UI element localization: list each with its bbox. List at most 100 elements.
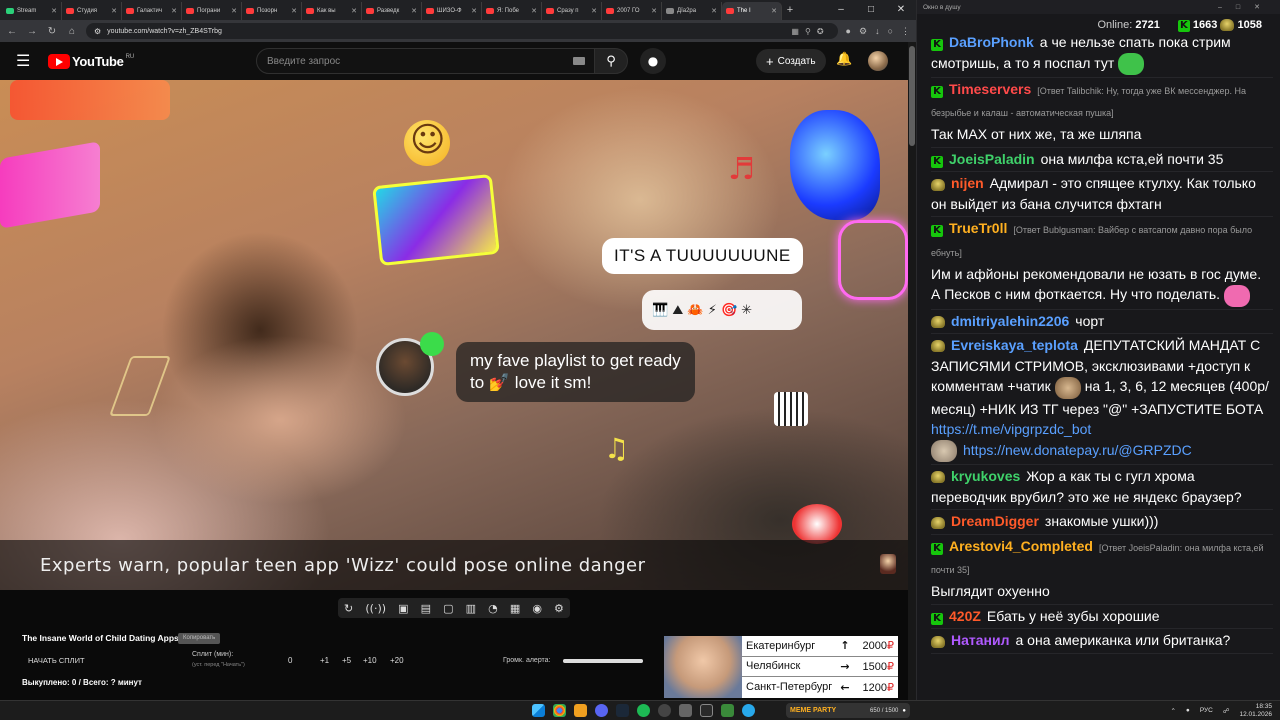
steam-icon[interactable] <box>616 704 629 717</box>
create-button[interactable]: + Создать <box>756 49 826 73</box>
tray-icon[interactable]: ● <box>1186 707 1190 714</box>
browser-tab[interactable]: Галактич ✕ <box>122 2 182 20</box>
chat-message[interactable]: K JoeisPaladin она милфа кста,ей почти 35 <box>931 148 1273 173</box>
browser-tab[interactable]: ШИЗО-Ф ✕ <box>422 2 482 20</box>
chrome-icon[interactable] <box>553 704 566 717</box>
speed-icon[interactable]: ◔ <box>488 602 498 615</box>
reload-icon[interactable]: ↻ <box>46 26 58 37</box>
maximize-button[interactable]: □ <box>856 0 886 20</box>
settings-gear-icon[interactable]: ⚙ <box>554 602 564 615</box>
tab-close-icon[interactable]: ✕ <box>111 7 117 15</box>
telegram-icon[interactable] <box>742 704 755 717</box>
chat-username[interactable]: Evreiskaya_teplota <box>951 337 1078 353</box>
browser-tab[interactable]: Stream ✕ <box>2 2 62 20</box>
chat-message[interactable]: K Timeservers [Ответ Talibchik: Ну, тогда … <box>931 78 1273 148</box>
start-split-button[interactable]: НАЧАТЬ СПЛИТ <box>28 656 85 665</box>
chat-message-list[interactable]: K DaBroPhonk а че нельзе спать пока стрим … <box>917 31 1280 654</box>
home-icon[interactable]: ⌂ <box>66 26 78 37</box>
back-icon[interactable]: ← <box>6 26 18 37</box>
split-plus-1-button[interactable]: +1 <box>320 656 329 665</box>
notifications-bell-icon[interactable]: 🔔 <box>836 52 852 67</box>
chat-link[interactable]: https://new.donatepay.ru/@GRPZDC <box>963 442 1192 458</box>
browser-tab[interactable]: The I ✕ <box>722 2 782 20</box>
chat-username[interactable]: Натанил <box>951 632 1010 648</box>
tab-close-icon[interactable]: ✕ <box>651 7 657 15</box>
chat-window-controls[interactable]: –□✕ <box>1218 3 1274 11</box>
video-player[interactable]: ♬ ♫ IT'S A TUUUUUUUNE 🎹 ⛰ 🦀 ⚡ 🎯 ✳ my fav… <box>0 80 908 590</box>
download-icon[interactable]: ↓ <box>875 26 880 37</box>
chat-message[interactable]: K TrueTr0ll [Ответ Bublgusman: Вайбер с ва… <box>931 217 1273 310</box>
tab-close-icon[interactable]: ✕ <box>351 7 357 15</box>
layout-icon[interactable]: ▥ <box>466 602 476 615</box>
camera-icon[interactable]: ◉ <box>532 602 542 615</box>
tab-close-icon[interactable]: ✕ <box>411 7 417 15</box>
chat-message[interactable]: Evreiskaya_teplota ДЕПУТАТСКИЙ МАНДАТ С З… <box>931 334 1273 466</box>
windows-start-icon[interactable] <box>532 704 545 717</box>
spotify-icon[interactable] <box>637 704 650 717</box>
tray-chevron-icon[interactable]: ⌃ <box>1170 707 1175 715</box>
chat-message[interactable]: dmitriyalehin2206 чорт <box>931 310 1273 335</box>
chat-username[interactable]: dmitriyalehin2206 <box>951 313 1069 329</box>
url-field[interactable]: ⚙ youtube.com/watch?v=zh_ZB4STrbg ▦⚲✪ <box>86 23 838 39</box>
split-value[interactable]: 0 <box>288 656 292 665</box>
file-explorer-icon[interactable] <box>574 704 587 717</box>
voice-search-button[interactable]: ● <box>640 48 666 74</box>
chat-username[interactable]: TrueTr0ll <box>949 220 1007 236</box>
toggle-icon[interactable]: ● <box>902 708 906 714</box>
split-plus-10-button[interactable]: +10 <box>363 656 377 665</box>
chat-message[interactable]: K Arestovi4_Completed [Ответ JoeisPaladin:… <box>931 535 1273 605</box>
extension-icon[interactable]: ● <box>846 26 851 37</box>
split-plus-20-button[interactable]: +20 <box>390 656 404 665</box>
chat-message[interactable]: K DaBroPhonk а че нельзе спать пока стрим … <box>931 31 1273 78</box>
language-indicator[interactable]: РУС <box>1200 707 1213 714</box>
browser-tab[interactable]: Пограни ✕ <box>182 2 242 20</box>
discord-icon[interactable] <box>595 704 608 717</box>
clock[interactable]: 18:35 12.01.2026 <box>1239 703 1272 718</box>
copy-button[interactable]: Копировать <box>178 633 221 644</box>
search-input[interactable]: Введите запрос <box>256 48 596 74</box>
app-icon[interactable] <box>700 704 713 717</box>
chat-message[interactable]: DreamDigger знакомые ушки))) <box>931 510 1273 535</box>
network-icon[interactable]: ☍ <box>1223 707 1230 715</box>
forward-icon[interactable]: → <box>26 26 38 37</box>
chat-message[interactable]: Натанил а она американка или британка? <box>931 629 1273 654</box>
chat-username[interactable]: nijen <box>951 175 984 191</box>
browser-tab[interactable]: Сразу п ✕ <box>542 2 602 20</box>
minimize-button[interactable]: – <box>826 0 856 20</box>
chat-username[interactable]: JoeisPaladin <box>949 151 1035 167</box>
chat-message[interactable]: kryukoves Жор а как ты с гугл хрома перев… <box>931 465 1273 511</box>
account-avatar[interactable] <box>868 51 888 71</box>
chat-message[interactable]: K 420Z Ебать у неё зубы хорошие <box>931 605 1273 630</box>
page-scrollbar[interactable] <box>908 42 916 700</box>
search-button[interactable]: ⚲ <box>594 48 628 74</box>
chat-message[interactable]: nijen Адмирал - это спящее ктулху. Как то… <box>931 172 1273 218</box>
chat-username[interactable]: DreamDigger <box>951 513 1039 529</box>
broadcast-icon[interactable]: ((·)) <box>365 602 386 615</box>
browser-tab[interactable]: Дїа2ра ✕ <box>662 2 722 20</box>
menu-icon[interactable]: ☰ <box>16 51 36 71</box>
menu-dots-icon[interactable]: ⋮ <box>901 26 910 37</box>
scrollbar-thumb[interactable] <box>909 46 915 146</box>
chat-username[interactable]: kryukoves <box>951 468 1020 484</box>
screen-icon[interactable]: ▣ <box>398 602 408 615</box>
tab-close-icon[interactable]: ✕ <box>531 7 537 15</box>
profile-icon[interactable]: ○ <box>888 26 893 37</box>
browser-tab[interactable]: Как вы ✕ <box>302 2 362 20</box>
picture-icon[interactable]: ▢ <box>443 602 453 615</box>
tab-close-icon[interactable]: ✕ <box>591 7 597 15</box>
tab-close-icon[interactable]: ✕ <box>231 7 237 15</box>
tab-close-icon[interactable]: ✕ <box>291 7 297 15</box>
film-icon[interactable]: ▤ <box>421 602 431 615</box>
app-icon[interactable] <box>721 704 734 717</box>
chat-username[interactable]: 420Z <box>949 608 981 624</box>
app-icon[interactable] <box>679 704 692 717</box>
meme-party-widget[interactable]: MEME PARTY 650 / 1500 ● <box>786 703 910 718</box>
chat-username[interactable]: Arestovi4_Completed <box>949 538 1093 554</box>
browser-tab[interactable]: Разведк ✕ <box>362 2 422 20</box>
browser-tab[interactable]: Студия ✕ <box>62 2 122 20</box>
puzzle-icon[interactable]: ⚙ <box>859 26 867 37</box>
keyboard-icon[interactable] <box>573 57 585 65</box>
split-plus-5-button[interactable]: +5 <box>342 656 351 665</box>
frame-icon[interactable]: ▦ <box>510 602 520 615</box>
browser-tab[interactable]: 2007 ГО ✕ <box>602 2 662 20</box>
